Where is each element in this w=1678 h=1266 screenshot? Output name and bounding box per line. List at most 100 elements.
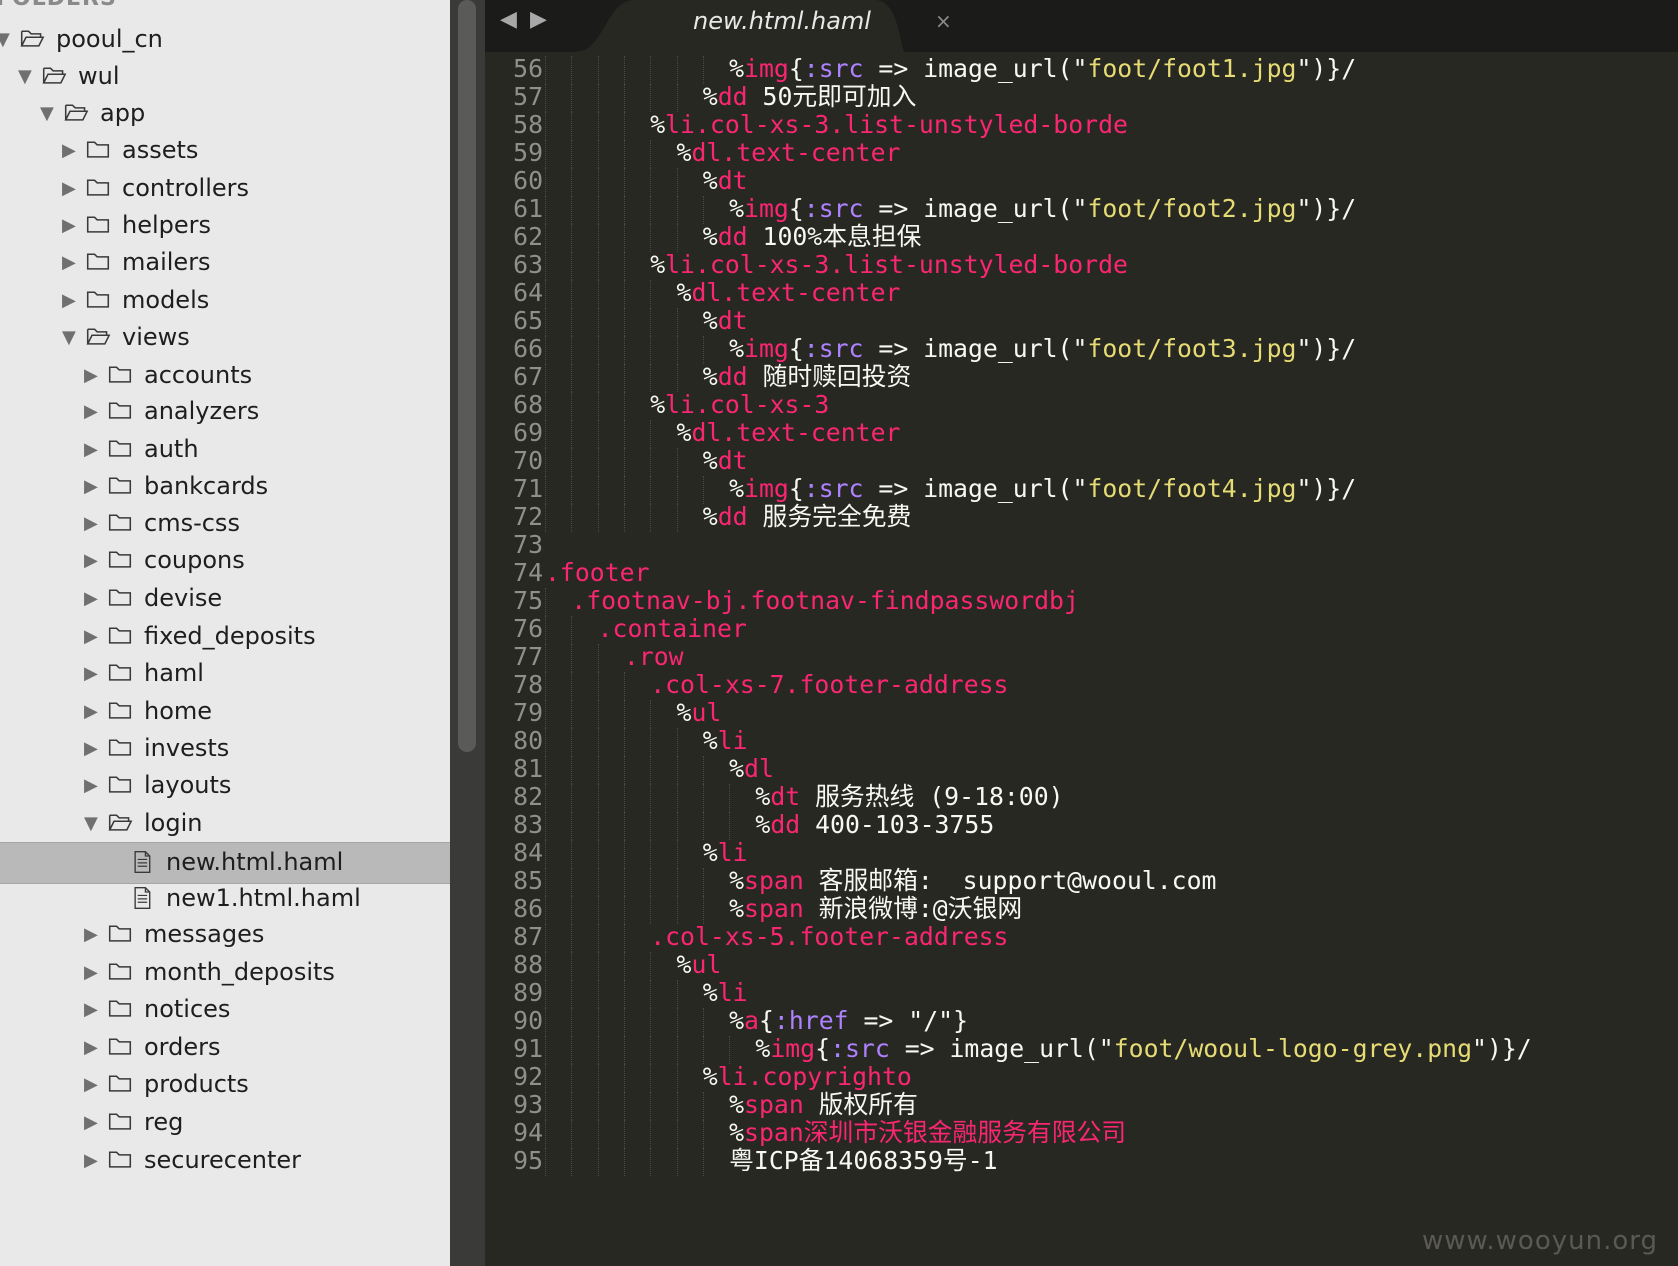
folder-item-mailers[interactable]: ▶ mailers [0,243,450,283]
folder-item-haml[interactable]: ▶ haml [0,654,450,694]
disclosure-collapsed-icon[interactable]: ▶ [84,588,98,609]
code-line[interactable]: %dt 服务热线 (9-18:00) [755,782,1063,812]
folder-item-cms-css[interactable]: ▶ cms-css [0,504,450,544]
code-line[interactable]: %dd 服务完全免费 [703,502,912,532]
folder-item-reg[interactable]: ▶ reg [0,1103,450,1143]
folder-item-wul[interactable]: ▼ wul [0,57,450,97]
disclosure-collapsed-icon[interactable]: ▶ [84,1150,98,1171]
code-line[interactable]: %dd 50元即可加入 [703,82,917,112]
code-line[interactable]: %a{:href => "/"} [729,1006,968,1036]
folder-item-login[interactable]: ▼ login [0,804,450,844]
folder-item-products[interactable]: ▶ products [0,1065,450,1105]
code-line[interactable]: %dl.text-center [677,418,901,448]
code-line[interactable]: %dt [703,306,748,336]
disclosure-collapsed-icon[interactable]: ▶ [84,1074,98,1095]
folder-item-views[interactable]: ▼ views [0,318,450,358]
disclosure-expanded-icon[interactable]: ▼ [62,327,76,348]
code-line[interactable]: %ul [677,950,722,980]
disclosure-collapsed-icon[interactable]: ▶ [62,178,76,199]
code-line[interactable]: %li.col-xs-3.list-unstyled-borde [650,110,1128,140]
disclosure-collapsed-icon[interactable]: ▶ [84,365,98,386]
code-line[interactable]: %span深圳市沃银金融服务有限公司 [729,1118,1126,1148]
folder-item-notices[interactable]: ▶ notices [0,990,450,1030]
folder-item-home[interactable]: ▶ home [0,692,450,732]
disclosure-collapsed-icon[interactable]: ▶ [84,701,98,722]
folder-item-controllers[interactable]: ▶ controllers [0,169,450,209]
editor-pane[interactable]: ◀ ▶ new.html.haml × 56 %img{:src => image… [485,0,1678,1266]
disclosure-expanded-icon[interactable]: ▼ [0,29,10,50]
code-line[interactable]: %li.copyrighto [703,1062,912,1092]
folder-item-devise[interactable]: ▶ devise [0,579,450,619]
disclosure-collapsed-icon[interactable]: ▶ [84,513,98,534]
code-line[interactable]: %dd 400-103-3755 [755,810,994,840]
folder-item-invests[interactable]: ▶ invests [0,729,450,769]
folder-item-helpers[interactable]: ▶ helpers [0,206,450,246]
disclosure-collapsed-icon[interactable]: ▶ [84,924,98,945]
nav-forward-icon[interactable]: ▶ [530,7,547,32]
disclosure-collapsed-icon[interactable]: ▶ [84,775,98,796]
folder-item-orders[interactable]: ▶ orders [0,1028,450,1068]
code-line[interactable]: %dt [703,166,748,196]
code-line[interactable]: .footnav-bj.footnav-findpasswordbj [571,586,1079,616]
folder-item-coupons[interactable]: ▶ coupons [0,541,450,581]
disclosure-collapsed-icon[interactable]: ▶ [84,1037,98,1058]
code-line[interactable]: 粤ICP备14068359号-1 [729,1146,997,1176]
folder-item-analyzers[interactable]: ▶ analyzers [0,392,450,432]
code-line[interactable]: %img{:src => image_url("foot/foot4.jpg")… [729,474,1356,504]
folder-item-assets[interactable]: ▶ assets [0,131,450,171]
code-line[interactable]: %dl [729,754,774,784]
code-line[interactable]: %li [703,978,748,1008]
code-line[interactable]: .container [598,614,747,644]
disclosure-collapsed-icon[interactable]: ▶ [84,962,98,983]
close-icon[interactable]: × [935,9,952,33]
code-line[interactable]: %dd 随时赎回投资 [703,362,912,392]
tab-new-html-haml[interactable]: new.html.haml × [575,0,952,52]
disclosure-collapsed-icon[interactable]: ▶ [84,439,98,460]
code-line[interactable]: .col-xs-7.footer-address [650,670,1008,700]
folder-item-layouts[interactable]: ▶ layouts [0,766,450,806]
folder-item-models[interactable]: ▶ models [0,281,450,321]
folder-item-month-deposits[interactable]: ▶ month_deposits [0,953,450,993]
code-line[interactable]: .col-xs-5.footer-address [650,922,1008,952]
disclosure-collapsed-icon[interactable]: ▶ [84,738,98,759]
disclosure-collapsed-icon[interactable]: ▶ [84,1112,98,1133]
code-line[interactable]: %dd 100%本息担保 [703,222,922,252]
disclosure-collapsed-icon[interactable]: ▶ [62,252,76,273]
code-line[interactable]: %img{:src => image_url("foot/foot1.jpg")… [729,54,1356,84]
folder-item-auth[interactable]: ▶ auth [0,430,450,470]
disclosure-collapsed-icon[interactable]: ▶ [84,626,98,647]
code-line[interactable]: %li [703,838,748,868]
disclosure-collapsed-icon[interactable]: ▶ [62,290,76,311]
disclosure-collapsed-icon[interactable]: ▶ [84,401,98,422]
code-line[interactable]: %img{:src => image_url("foot/foot2.jpg")… [729,194,1356,224]
disclosure-collapsed-icon[interactable]: ▶ [84,550,98,571]
folder-item-accounts[interactable]: ▶ accounts [0,356,450,396]
code-line[interactable]: %span 版权所有 [729,1090,918,1120]
disclosure-collapsed-icon[interactable]: ▶ [62,215,76,236]
folder-item-pooul-cn[interactable]: ▼ pooul_cn [0,20,450,60]
file-item-new1-html-haml[interactable]: new1.html.haml [0,879,450,919]
disclosure-expanded-icon[interactable]: ▼ [84,813,98,834]
folder-item-fixed-deposits[interactable]: ▶ fixed_deposits [0,617,450,657]
disclosure-collapsed-icon[interactable]: ▶ [62,140,76,161]
code-line[interactable]: %dl.text-center [677,138,901,168]
code-line[interactable]: %li.col-xs-3 [650,390,829,420]
code-line[interactable]: %span 客服邮箱: support@wooul.com [729,866,1216,896]
sidebar-scrollbar-thumb[interactable] [458,0,476,752]
folder-item-securecenter[interactable]: ▶ securecenter [0,1141,450,1181]
folder-item-messages[interactable]: ▶ messages [0,915,450,955]
file-item-new-html-haml[interactable]: new.html.haml [0,842,450,884]
code-line[interactable]: %dl.text-center [677,278,901,308]
code-line[interactable]: %li [703,726,748,756]
disclosure-expanded-icon[interactable]: ▼ [18,66,32,87]
disclosure-expanded-icon[interactable]: ▼ [40,103,54,124]
code-line[interactable]: %span 新浪微博:@沃银网 [729,894,1022,924]
disclosure-collapsed-icon[interactable]: ▶ [84,999,98,1020]
code-line[interactable]: .row [624,642,684,672]
disclosure-collapsed-icon[interactable]: ▶ [84,476,98,497]
disclosure-collapsed-icon[interactable]: ▶ [84,663,98,684]
code-line[interactable]: %img{:src => image_url("foot/foot3.jpg")… [729,334,1356,364]
nav-back-icon[interactable]: ◀ [500,7,517,32]
code-line[interactable]: %li.col-xs-3.list-unstyled-borde [650,250,1128,280]
folder-item-bankcards[interactable]: ▶ bankcards [0,467,450,507]
